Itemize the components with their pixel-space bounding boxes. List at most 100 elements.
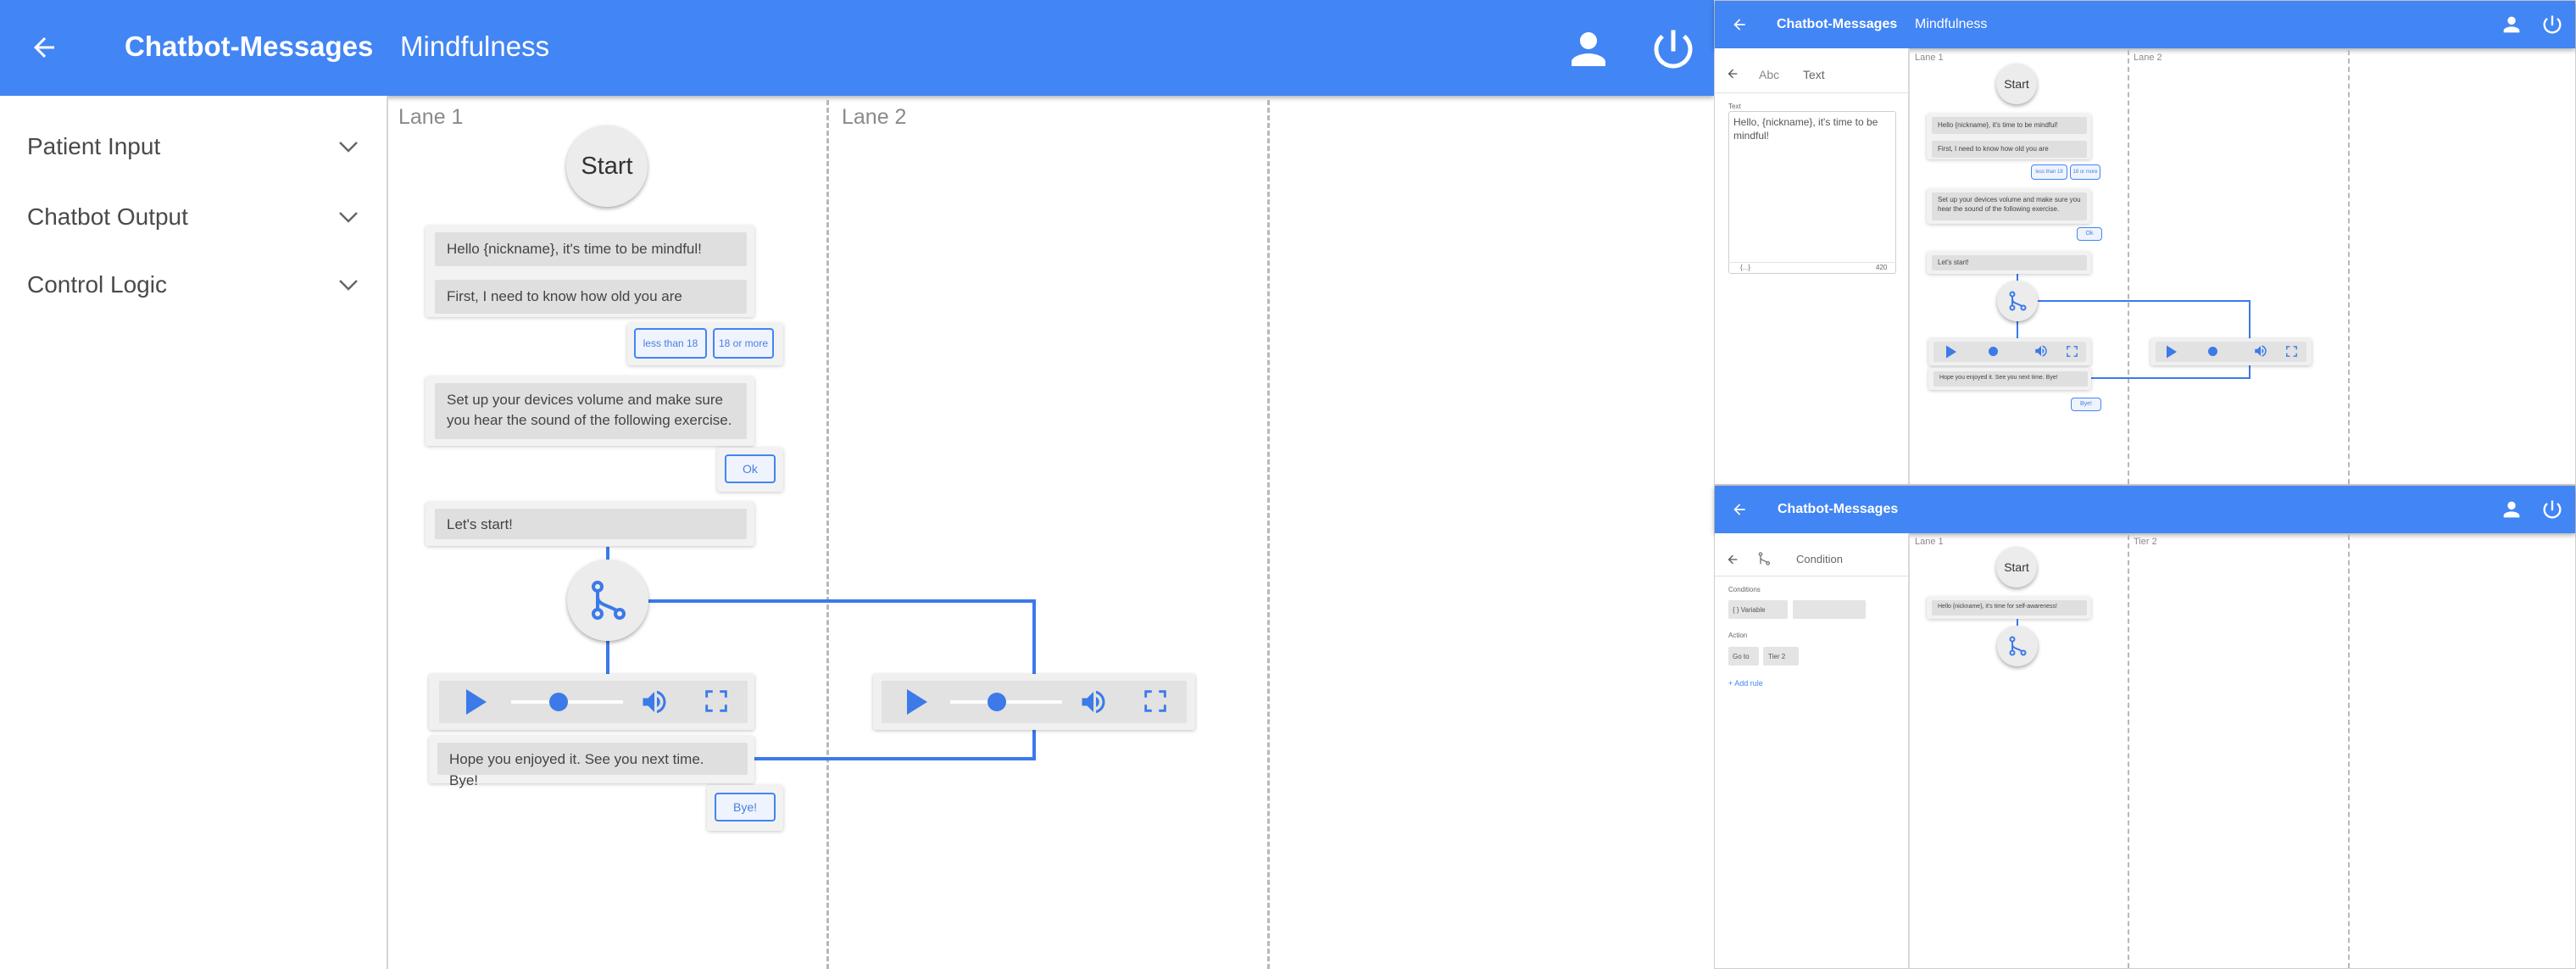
field-label: Text xyxy=(1728,103,1741,110)
message-bubble[interactable]: Hope you enjoyed it. See you next time. … xyxy=(1933,371,2088,387)
account-icon[interactable] xyxy=(2500,13,2523,36)
choice-button[interactable]: 18 or more xyxy=(2070,164,2100,180)
ok-label: Ok xyxy=(743,461,758,476)
lane-label: Lane 2 xyxy=(2134,53,2162,63)
branch-node[interactable] xyxy=(1997,281,2038,321)
message-bubble[interactable]: Let's start! xyxy=(435,509,747,539)
branch-node[interactable] xyxy=(1997,626,2038,666)
message-bubble[interactable]: First, I need to know how old you are xyxy=(435,280,747,314)
arrow-left-icon[interactable] xyxy=(1725,67,1740,81)
lane-label: Tier 2 xyxy=(2134,537,2157,547)
app-header: Chatbot-Messages xyxy=(1715,486,2575,533)
play-icon[interactable] xyxy=(905,688,929,716)
audio-slider-thumb[interactable] xyxy=(988,693,1006,711)
chevron-down-icon[interactable] xyxy=(337,138,359,155)
lane-label: Lane 2 xyxy=(842,105,907,129)
play-icon[interactable] xyxy=(2166,345,2178,359)
arrow-left-icon[interactable] xyxy=(27,32,61,63)
power-icon[interactable] xyxy=(1648,24,1699,75)
message-bubble[interactable]: Let's start! xyxy=(1932,255,2087,270)
flow-connector xyxy=(1032,730,1036,760)
arrow-left-icon[interactable] xyxy=(1730,501,1749,518)
flow-connector xyxy=(606,638,609,674)
tab-abc[interactable]: Abc xyxy=(1759,68,1779,81)
condition-editor-sidebar: Condition Conditions { } Variable Action… xyxy=(1715,533,1910,968)
message-bubble[interactable]: Hello {nickname}, it's time to be mindfu… xyxy=(1932,117,2087,134)
choice-button[interactable]: less than 18 xyxy=(2031,164,2067,180)
start-node[interactable]: Start xyxy=(1996,64,2037,104)
page-subtitle: Mindfulness xyxy=(400,31,550,62)
start-label: Start xyxy=(2004,77,2029,91)
audio-slider-thumb[interactable] xyxy=(549,693,568,711)
sidebar-item-patient-input[interactable]: Patient Input xyxy=(27,133,160,160)
goto-select[interactable]: Go to xyxy=(1728,647,1759,665)
char-counter: 420 xyxy=(1876,264,1888,271)
volume-icon[interactable] xyxy=(2252,343,2269,359)
page-title: Chatbot-Messages xyxy=(1778,502,1899,516)
message-bubble[interactable]: Hello {nickname}, it's time for self-awa… xyxy=(1932,600,2087,615)
app-header: Chatbot-Messages Mindfulness xyxy=(1715,1,2575,48)
insert-variable-button[interactable]: {...} xyxy=(1740,264,1750,271)
sidebar-item-control-logic[interactable]: Control Logic xyxy=(27,271,167,298)
ok-button[interactable]: Ok xyxy=(725,454,776,483)
sidebar-item-chatbot-output[interactable]: Chatbot Output xyxy=(27,203,188,231)
arrow-left-icon[interactable] xyxy=(1725,553,1740,566)
fullscreen-icon[interactable] xyxy=(702,687,731,716)
chevron-down-icon[interactable] xyxy=(337,276,359,293)
audio-slider-thumb[interactable] xyxy=(2208,347,2217,356)
volume-icon[interactable] xyxy=(1077,687,1110,717)
start-node[interactable]: Start xyxy=(1996,547,2037,588)
audio-slider-track[interactable] xyxy=(950,700,1062,704)
choice-label: 18 or more xyxy=(718,337,769,349)
fullscreen-icon[interactable] xyxy=(2065,344,2079,359)
choice-button[interactable]: 18 or more xyxy=(713,328,774,359)
message-text: Hope you enjoyed it. See you next time. … xyxy=(1939,375,2058,381)
volume-icon[interactable] xyxy=(2033,343,2050,359)
message-text: Let's start! xyxy=(1938,259,1969,266)
text-area[interactable]: Hello, {nickname}, it's time to be mindf… xyxy=(1728,111,1896,274)
volume-icon[interactable] xyxy=(637,687,671,717)
message-bubble[interactable]: Set up your devices volume and make sure… xyxy=(1932,192,2087,220)
power-icon[interactable] xyxy=(2540,498,2564,521)
lane-divider xyxy=(2128,50,2129,484)
preview-panel-text-editor: Chatbot-Messages Mindfulness Abc Text Te… xyxy=(1714,0,2576,485)
add-rule-link[interactable]: + Add rule xyxy=(1728,679,1763,688)
message-bubble[interactable]: First, I need to know how old you are xyxy=(1932,141,2087,158)
play-icon[interactable] xyxy=(1945,345,1957,359)
fullscreen-icon[interactable] xyxy=(2284,344,2299,359)
value-select[interactable] xyxy=(1793,600,1866,619)
branch-icon xyxy=(2007,291,2028,311)
play-icon[interactable] xyxy=(465,688,488,716)
lane-divider xyxy=(2128,535,2129,968)
editor-title: Condition xyxy=(1796,553,1843,565)
message-bubble[interactable]: Set up your devices volume and make sure… xyxy=(435,383,747,439)
account-icon[interactable] xyxy=(2500,498,2523,521)
page-title: Chatbot-Messages xyxy=(125,31,374,62)
power-icon[interactable] xyxy=(2540,13,2564,36)
audio-slider-thumb[interactable] xyxy=(1989,347,1998,356)
ok-button[interactable]: Ok xyxy=(2077,227,2102,241)
choice-button[interactable]: less than 18 xyxy=(634,328,707,359)
flow-connector xyxy=(2249,300,2251,338)
message-text: Set up your devices volume and make sure… xyxy=(1938,196,2081,213)
text-editor-sidebar: Abc Text Text Hello, {nickname}, it's ti… xyxy=(1715,48,1910,484)
branch-node[interactable] xyxy=(567,560,648,641)
target-select[interactable]: Tier 2 xyxy=(1763,647,1799,665)
start-node[interactable]: Start xyxy=(566,125,648,207)
account-icon[interactable] xyxy=(1563,24,1614,75)
arrow-left-icon[interactable] xyxy=(1730,16,1749,33)
message-text: First, I need to know how old you are xyxy=(447,288,682,304)
chevron-down-icon[interactable] xyxy=(337,209,359,226)
message-bubble[interactable]: Hope you enjoyed it. See you next time. … xyxy=(437,743,748,788)
branch-icon xyxy=(1757,552,1771,565)
flow-connector xyxy=(646,599,1036,603)
bye-button[interactable]: Bye! xyxy=(715,793,776,821)
tab-text[interactable]: Text xyxy=(1803,68,1825,81)
lane-divider xyxy=(2348,535,2350,968)
fullscreen-icon[interactable] xyxy=(1141,687,1170,716)
bye-button[interactable]: Bye! xyxy=(2071,398,2101,411)
divider xyxy=(1715,92,1908,93)
message-text: Hello {nickname}, it's time for self-awa… xyxy=(1938,604,2058,610)
variable-select[interactable]: { } Variable xyxy=(1728,600,1788,619)
message-bubble[interactable]: Hello {nickname}, it's time to be mindfu… xyxy=(435,232,747,266)
